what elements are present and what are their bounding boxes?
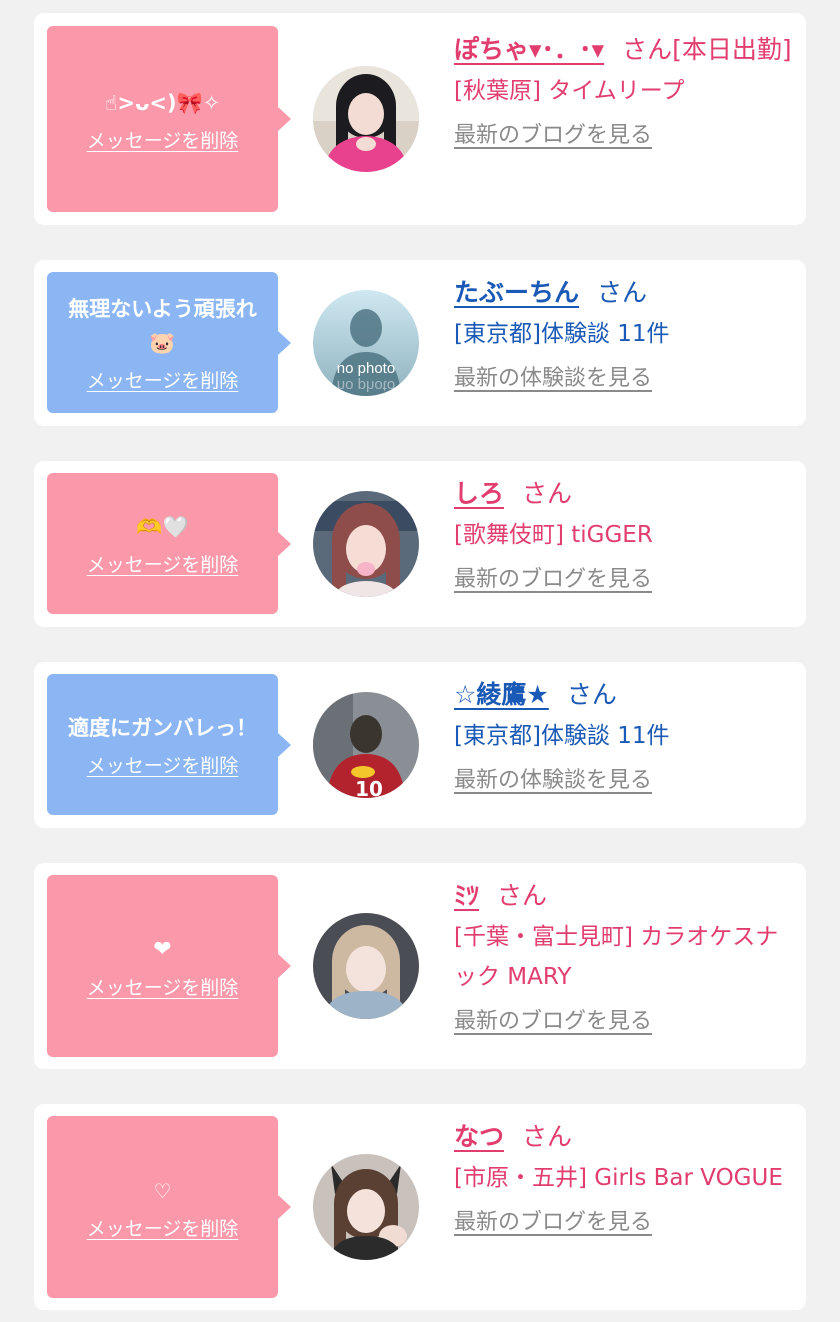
- message-list: ☝︎>ᴗ<)🎀✧ メッセージを削除 ぽちゃ▾･．･▾ さん[本日出勤] [秋葉原]…: [0, 0, 840, 1322]
- review-count: [東京都]体験談 11件: [454, 321, 670, 347]
- message-text: 無理ないよう頑張れ🐷: [68, 297, 257, 355]
- avatar[interactable]: 10: [313, 692, 419, 798]
- avatar[interactable]: [313, 913, 419, 1019]
- message-card: 適度にガンバレっ！ メッセージを削除 10 ☆綾鷹★ さん [東京都]体験談 11…: [34, 662, 806, 828]
- message-card: ❤ メッセージを削除 ﾐﾂ さん [千葉・富士見町] カラオケスナック MARY …: [34, 863, 806, 1069]
- delete-message-link[interactable]: メッセージを削除: [87, 751, 239, 778]
- latest-review-link[interactable]: 最新の体験談を見る: [454, 762, 652, 794]
- message-text: ❤: [153, 936, 172, 962]
- honorific: さん[本日出勤]: [622, 35, 792, 64]
- svg-text:10: 10: [355, 777, 383, 798]
- svg-text:no photo: no photo: [337, 360, 395, 377]
- message-card: 🫶🤍 メッセージを削除 しろ さん [歌舞伎町] tiGGER 最新のブログを見る: [34, 461, 806, 627]
- svg-text:no photo: no photo: [337, 377, 395, 394]
- honorific: さん: [497, 881, 548, 910]
- profile-name-link[interactable]: なつ: [454, 1122, 504, 1151]
- avatar[interactable]: [313, 66, 419, 172]
- avatar[interactable]: [313, 491, 419, 597]
- avatar-photo: 10: [313, 692, 419, 798]
- profile-name-link[interactable]: ぽちゃ▾･．･▾: [454, 35, 604, 64]
- profile-info: なつ さん [市原・五井] Girls Bar VOGUE 最新のブログを見る: [454, 1115, 799, 1236]
- profile-name-link[interactable]: しろ: [454, 479, 504, 508]
- profile-info: しろ さん [歌舞伎町] tiGGER 最新のブログを見る: [454, 472, 799, 593]
- message-bubble: 適度にガンバレっ！ メッセージを削除: [47, 674, 291, 815]
- message-card: 無理ないよう頑張れ🐷 メッセージを削除 no photo no photo たぶ…: [34, 260, 806, 426]
- name-line: なつ さん: [454, 1115, 799, 1158]
- message-bubble: ❤ メッセージを削除: [47, 875, 291, 1057]
- review-count: [東京都]体験談 11件: [454, 723, 670, 749]
- avatar-photo: [313, 1154, 419, 1260]
- message-bubble: 🫶🤍 メッセージを削除: [47, 473, 291, 614]
- honorific: さん: [566, 680, 617, 709]
- latest-post-link[interactable]: 最新のブログを見る: [454, 1003, 652, 1035]
- latest-post-link[interactable]: 最新のブログを見る: [454, 561, 652, 593]
- message-bubble: ♡ メッセージを削除: [47, 1116, 291, 1298]
- avatar[interactable]: no photo no photo: [313, 290, 419, 396]
- message-card: ☝︎>ᴗ<)🎀✧ メッセージを削除 ぽちゃ▾･．･▾ さん[本日出勤] [秋葉原]…: [34, 13, 806, 225]
- message-text: ♡: [153, 1178, 172, 1203]
- shop-detail: [市原・五井] Girls Bar VOGUE: [454, 1165, 783, 1191]
- delete-message-link[interactable]: メッセージを削除: [87, 1214, 239, 1241]
- name-line: ﾐﾂ さん: [454, 874, 799, 917]
- honorific: さん: [522, 479, 573, 508]
- honorific: さん: [597, 278, 648, 307]
- delete-message-link[interactable]: メッセージを削除: [87, 973, 239, 1000]
- message-card: ♡ メッセージを削除 なつ さん [市原・五井] Girls Bar VOGUE …: [34, 1104, 806, 1310]
- message-bubble: ☝︎>ᴗ<)🎀✧ メッセージを削除: [47, 26, 291, 212]
- name-line: ☆綾鷹★ さん: [454, 673, 799, 716]
- delete-message-link[interactable]: メッセージを削除: [87, 366, 239, 393]
- profile-info: ぽちゃ▾･．･▾ さん[本日出勤] [秋葉原] タイムリープ 最新のブログを見る: [454, 28, 799, 149]
- name-line: たぶーちん さん: [454, 271, 799, 314]
- message-bubble: 無理ないよう頑張れ🐷 メッセージを削除: [47, 272, 291, 413]
- honorific: さん: [522, 1122, 573, 1151]
- latest-post-link[interactable]: 最新のブログを見る: [454, 117, 652, 149]
- shop-detail: [秋葉原] タイムリープ: [454, 78, 685, 104]
- avatar-photo: [313, 913, 419, 1019]
- latest-post-link[interactable]: 最新のブログを見る: [454, 1204, 652, 1236]
- profile-name-link[interactable]: たぶーちん: [454, 278, 579, 307]
- name-line: しろ さん: [454, 472, 799, 515]
- profile-info: たぶーちん さん [東京都]体験談 11件 最新の体験談を見る: [454, 271, 799, 392]
- name-line: ぽちゃ▾･．･▾ さん[本日出勤]: [454, 28, 799, 71]
- avatar[interactable]: [313, 1154, 419, 1260]
- avatar-photo: [313, 491, 419, 597]
- message-text: ☝︎>ᴗ<)🎀✧: [104, 90, 221, 115]
- message-text: 🫶🤍: [136, 515, 189, 539]
- profile-info: ☆綾鷹★ さん [東京都]体験談 11件 最新の体験談を見る: [454, 673, 799, 794]
- shop-detail: [千葉・富士見町] カラオケスナック MARY: [454, 924, 779, 990]
- delete-message-link[interactable]: メッセージを削除: [87, 126, 239, 153]
- message-text: 適度にガンバレっ！: [68, 716, 257, 740]
- profile-info: ﾐﾂ さん [千葉・富士見町] カラオケスナック MARY 最新のブログを見る: [454, 874, 799, 1035]
- latest-review-link[interactable]: 最新の体験談を見る: [454, 360, 652, 392]
- no-photo-icon: no photo no photo: [313, 290, 419, 396]
- shop-detail: [歌舞伎町] tiGGER: [454, 522, 653, 548]
- avatar-photo: [313, 66, 419, 172]
- profile-name-link[interactable]: ☆綾鷹★: [454, 680, 549, 709]
- delete-message-link[interactable]: メッセージを削除: [87, 550, 239, 577]
- profile-name-link[interactable]: ﾐﾂ: [454, 881, 479, 910]
